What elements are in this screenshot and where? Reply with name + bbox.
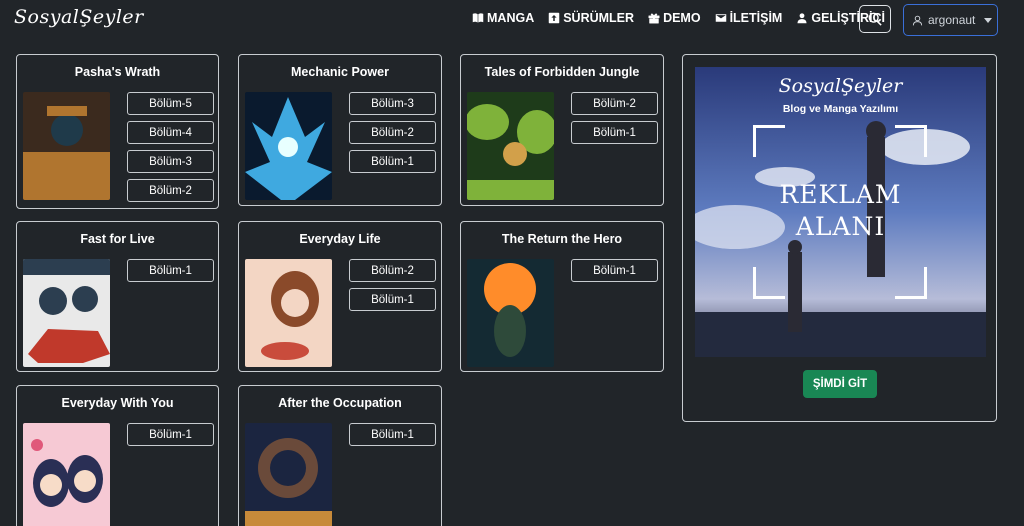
manga-cover[interactable] [467,92,554,200]
chapter-button[interactable]: Bölüm-3 [349,92,436,115]
manga-cover[interactable] [245,259,332,367]
envelope-icon [715,14,726,22]
manga-title[interactable]: After the Occupation [239,396,441,410]
chapter-button[interactable]: Bölüm-1 [349,423,436,446]
manga-cover[interactable] [23,92,110,200]
chapter-button[interactable]: Bölüm-1 [349,150,436,173]
frame-corner [753,125,785,157]
search-icon [868,12,882,26]
nav-link-demo[interactable]: DEMO [648,11,701,25]
manga-title[interactable]: Everyday Life [239,232,441,246]
chapter-button[interactable]: Bölüm-2 [349,259,436,282]
manga-cover[interactable] [467,259,554,367]
manga-card: Everyday Life Bölüm-2 Bölüm-1 [238,221,442,372]
nav-link-iletisim[interactable]: İLETİŞİM [715,11,783,25]
nav-link-label: MANGA [487,11,535,25]
chapter-list: Bölüm-1 [571,259,658,282]
chapter-button[interactable]: Bölüm-1 [349,288,436,311]
nav-links: MANGA SÜRÜMLER DEMO İLETİŞİM GELİŞTİRİCİ [472,11,885,25]
user-icon [912,15,923,25]
chapter-list: Bölüm-2 Bölüm-1 [571,92,658,144]
manga-title[interactable]: Mechanic Power [239,65,441,79]
book-icon [472,13,484,23]
chapter-list: Bölüm-2 Bölüm-1 [349,259,436,311]
chapter-list: Bölüm-1 [127,423,214,446]
frame-corner [895,125,927,157]
person-icon [797,13,807,24]
chapter-button[interactable]: Bölüm-1 [127,259,214,282]
nav-link-surumler[interactable]: SÜRÜMLER [548,11,634,25]
frame-corner [753,267,785,299]
ad-card: SosyalŞeyler Blog ve Manga Yazılımı REKL… [682,54,997,422]
chevron-down-icon [984,17,993,23]
manga-card: The Return the Hero Bölüm-1 [460,221,664,372]
nav-link-label: DEMO [663,11,701,25]
manga-title[interactable]: Tales of Forbidden Jungle [461,65,663,79]
manga-title[interactable]: Fast for Live [17,232,218,246]
manga-cover[interactable] [245,423,332,526]
navbar: SosyalŞeyler MANGA SÜRÜMLER DEMO İLETİŞİ… [0,0,1024,40]
chapter-button[interactable]: Bölüm-1 [127,423,214,446]
manga-title[interactable]: The Return the Hero [461,232,663,246]
chapter-button[interactable]: Bölüm-1 [571,259,658,282]
manga-card: Everyday With You Bölüm-1 [16,385,219,526]
chapter-button[interactable]: Bölüm-2 [127,179,214,202]
nav-link-label: SÜRÜMLER [563,11,635,25]
manga-cover[interactable] [23,423,110,526]
ad-subtitle: Blog ve Manga Yazılımı [782,103,899,115]
gift-icon [648,13,660,24]
search-button[interactable] [859,5,891,33]
frame-corner [895,267,927,299]
ad-line-1: REKLAM [779,180,902,209]
nav-link-manga[interactable]: MANGA [472,11,534,25]
ad-brand: SosyalŞeyler [778,75,903,97]
chapter-list: Bölüm-3 Bölüm-2 Bölüm-1 [349,92,436,173]
chapter-button[interactable]: Bölüm-4 [127,121,214,144]
username: argonaut [928,13,976,27]
brand-logo[interactable]: SosyalŞeyler [14,6,144,28]
manga-cover[interactable] [245,92,332,200]
ad-go-button[interactable]: ŞİMDİ GİT [803,370,877,398]
chapter-button[interactable]: Bölüm-2 [349,121,436,144]
manga-cover[interactable] [23,259,110,367]
user-dropdown[interactable]: argonaut [903,4,998,36]
ad-banner[interactable]: SosyalŞeyler Blog ve Manga Yazılımı REKL… [695,67,986,357]
chapter-list: Bölüm-5 Bölüm-4 Bölüm-3 Bölüm-2 [127,92,214,202]
chapter-button[interactable]: Bölüm-1 [571,121,658,144]
upload-icon [548,12,560,24]
chapter-list: Bölüm-1 [349,423,436,446]
manga-title[interactable]: Pasha's Wrath [17,65,218,79]
manga-card: Tales of Forbidden Jungle Bölüm-2 Bölüm-… [460,54,664,206]
manga-card: After the Occupation Bölüm-1 [238,385,442,526]
chapter-list: Bölüm-1 [127,259,214,282]
manga-card: Mechanic Power Bölüm-3 Bölüm-2 Bölüm-1 [238,54,442,206]
manga-card: Fast for Live Bölüm-1 [16,221,219,372]
chapter-button[interactable]: Bölüm-5 [127,92,214,115]
chapter-button[interactable]: Bölüm-3 [127,150,214,173]
chapter-button[interactable]: Bölüm-2 [571,92,658,115]
manga-title[interactable]: Everyday With You [17,396,218,410]
ad-headline: REKLAM ALANI [695,179,986,243]
nav-link-label: İLETİŞİM [729,11,783,25]
ad-line-2: ALANI [795,212,886,241]
manga-card: Pasha's Wrath Bölüm-5 Bölüm-4 Bölüm-3 Bö… [16,54,219,209]
